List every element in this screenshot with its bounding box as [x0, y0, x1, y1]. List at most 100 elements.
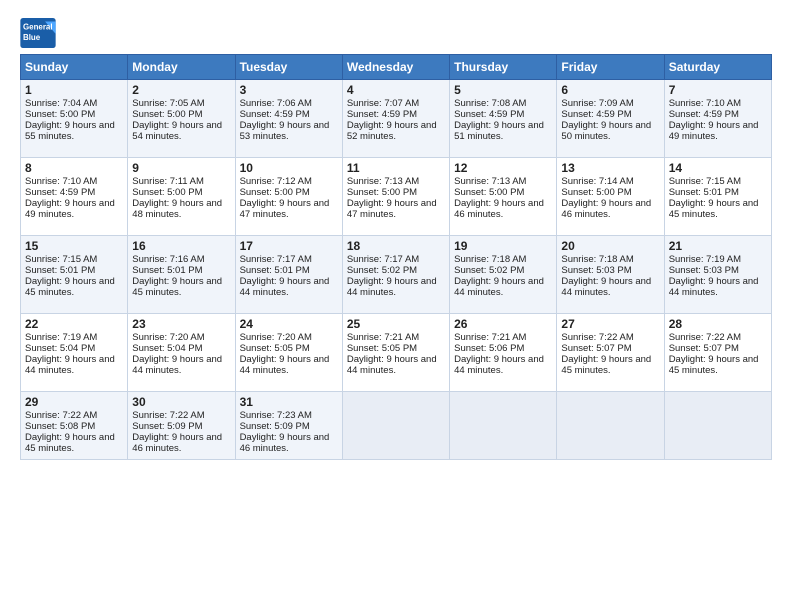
daylight: Daylight: 9 hours and 45 minutes.: [669, 198, 759, 220]
day-number: 16: [132, 239, 230, 253]
sunrise: Sunrise: 7:16 AM: [132, 254, 204, 265]
day-number: 6: [561, 83, 659, 97]
sunset: Sunset: 4:59 PM: [561, 109, 631, 120]
sunrise: Sunrise: 7:15 AM: [25, 254, 97, 265]
day-number: 13: [561, 161, 659, 175]
daylight: Daylight: 9 hours and 46 minutes.: [240, 432, 330, 454]
daylight: Daylight: 9 hours and 44 minutes.: [454, 354, 544, 376]
sunset: Sunset: 5:03 PM: [669, 265, 739, 276]
day-cell: 15Sunrise: 7:15 AMSunset: 5:01 PMDayligh…: [21, 236, 128, 314]
day-number: 27: [561, 317, 659, 331]
daylight: Daylight: 9 hours and 44 minutes.: [347, 354, 437, 376]
sunset: Sunset: 5:01 PM: [669, 187, 739, 198]
sunset: Sunset: 4:59 PM: [25, 187, 95, 198]
daylight: Daylight: 9 hours and 44 minutes.: [347, 276, 437, 298]
day-cell: 4Sunrise: 7:07 AMSunset: 4:59 PMDaylight…: [342, 80, 449, 158]
col-header-friday: Friday: [557, 55, 664, 80]
daylight: Daylight: 9 hours and 46 minutes.: [454, 198, 544, 220]
sunset: Sunset: 4:59 PM: [347, 109, 417, 120]
header: General Blue: [20, 18, 772, 48]
day-cell: 27Sunrise: 7:22 AMSunset: 5:07 PMDayligh…: [557, 314, 664, 392]
sunrise: Sunrise: 7:07 AM: [347, 98, 419, 109]
day-cell: 19Sunrise: 7:18 AMSunset: 5:02 PMDayligh…: [450, 236, 557, 314]
day-number: 1: [25, 83, 123, 97]
day-number: 7: [669, 83, 767, 97]
col-header-sunday: Sunday: [21, 55, 128, 80]
day-number: 11: [347, 161, 445, 175]
daylight: Daylight: 9 hours and 49 minutes.: [25, 198, 115, 220]
day-number: 14: [669, 161, 767, 175]
week-row-4: 22Sunrise: 7:19 AMSunset: 5:04 PMDayligh…: [21, 314, 772, 392]
day-cell: 31Sunrise: 7:23 AMSunset: 5:09 PMDayligh…: [235, 392, 342, 460]
sunrise: Sunrise: 7:17 AM: [347, 254, 419, 265]
day-cell: [557, 392, 664, 460]
sunset: Sunset: 5:01 PM: [25, 265, 95, 276]
day-number: 22: [25, 317, 123, 331]
day-cell: 12Sunrise: 7:13 AMSunset: 5:00 PMDayligh…: [450, 158, 557, 236]
col-header-thursday: Thursday: [450, 55, 557, 80]
sunrise: Sunrise: 7:10 AM: [669, 98, 741, 109]
sunrise: Sunrise: 7:13 AM: [347, 176, 419, 187]
day-cell: [450, 392, 557, 460]
sunset: Sunset: 5:00 PM: [240, 187, 310, 198]
day-number: 9: [132, 161, 230, 175]
sunset: Sunset: 5:05 PM: [240, 343, 310, 354]
daylight: Daylight: 9 hours and 44 minutes.: [25, 354, 115, 376]
sunset: Sunset: 5:00 PM: [132, 187, 202, 198]
day-number: 10: [240, 161, 338, 175]
day-cell: 17Sunrise: 7:17 AMSunset: 5:01 PMDayligh…: [235, 236, 342, 314]
sunset: Sunset: 5:05 PM: [347, 343, 417, 354]
daylight: Daylight: 9 hours and 46 minutes.: [132, 432, 222, 454]
col-header-tuesday: Tuesday: [235, 55, 342, 80]
day-cell: 30Sunrise: 7:22 AMSunset: 5:09 PMDayligh…: [128, 392, 235, 460]
sunset: Sunset: 5:08 PM: [25, 421, 95, 432]
day-cell: 23Sunrise: 7:20 AMSunset: 5:04 PMDayligh…: [128, 314, 235, 392]
sunset: Sunset: 5:01 PM: [240, 265, 310, 276]
day-cell: 10Sunrise: 7:12 AMSunset: 5:00 PMDayligh…: [235, 158, 342, 236]
daylight: Daylight: 9 hours and 45 minutes.: [25, 276, 115, 298]
daylight: Daylight: 9 hours and 50 minutes.: [561, 120, 651, 142]
daylight: Daylight: 9 hours and 44 minutes.: [454, 276, 544, 298]
logo: General Blue: [20, 18, 56, 48]
daylight: Daylight: 9 hours and 46 minutes.: [561, 198, 651, 220]
daylight: Daylight: 9 hours and 49 minutes.: [669, 120, 759, 142]
sunset: Sunset: 5:07 PM: [669, 343, 739, 354]
day-cell: 22Sunrise: 7:19 AMSunset: 5:04 PMDayligh…: [21, 314, 128, 392]
sunset: Sunset: 5:00 PM: [132, 109, 202, 120]
day-number: 24: [240, 317, 338, 331]
daylight: Daylight: 9 hours and 47 minutes.: [347, 198, 437, 220]
svg-text:Blue: Blue: [23, 33, 41, 42]
daylight: Daylight: 9 hours and 44 minutes.: [132, 354, 222, 376]
daylight: Daylight: 9 hours and 54 minutes.: [132, 120, 222, 142]
day-cell: 2Sunrise: 7:05 AMSunset: 5:00 PMDaylight…: [128, 80, 235, 158]
sunset: Sunset: 5:07 PM: [561, 343, 631, 354]
sunrise: Sunrise: 7:09 AM: [561, 98, 633, 109]
week-row-3: 15Sunrise: 7:15 AMSunset: 5:01 PMDayligh…: [21, 236, 772, 314]
daylight: Daylight: 9 hours and 45 minutes.: [669, 354, 759, 376]
daylight: Daylight: 9 hours and 52 minutes.: [347, 120, 437, 142]
sunset: Sunset: 4:59 PM: [454, 109, 524, 120]
day-cell: [342, 392, 449, 460]
day-cell: [664, 392, 771, 460]
day-number: 25: [347, 317, 445, 331]
sunrise: Sunrise: 7:11 AM: [132, 176, 204, 187]
day-cell: 9Sunrise: 7:11 AMSunset: 5:00 PMDaylight…: [128, 158, 235, 236]
sunrise: Sunrise: 7:06 AM: [240, 98, 312, 109]
sunset: Sunset: 5:04 PM: [132, 343, 202, 354]
day-number: 31: [240, 395, 338, 409]
sunrise: Sunrise: 7:22 AM: [25, 410, 97, 421]
sunrise: Sunrise: 7:21 AM: [454, 332, 526, 343]
day-number: 12: [454, 161, 552, 175]
day-number: 17: [240, 239, 338, 253]
svg-text:General: General: [23, 22, 53, 31]
sunrise: Sunrise: 7:19 AM: [669, 254, 741, 265]
day-cell: 8Sunrise: 7:10 AMSunset: 4:59 PMDaylight…: [21, 158, 128, 236]
logo-icon: General Blue: [20, 18, 56, 48]
day-number: 15: [25, 239, 123, 253]
daylight: Daylight: 9 hours and 45 minutes.: [132, 276, 222, 298]
col-header-wednesday: Wednesday: [342, 55, 449, 80]
daylight: Daylight: 9 hours and 55 minutes.: [25, 120, 115, 142]
sunrise: Sunrise: 7:22 AM: [669, 332, 741, 343]
sunrise: Sunrise: 7:22 AM: [561, 332, 633, 343]
sunset: Sunset: 5:01 PM: [132, 265, 202, 276]
